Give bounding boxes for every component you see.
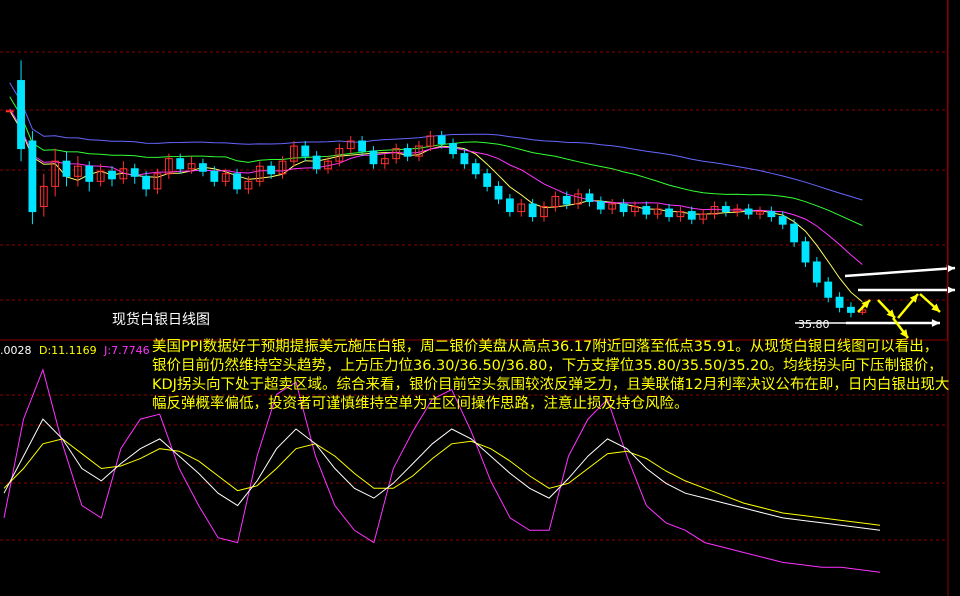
candle-70	[801, 236, 810, 268]
candle-30	[346, 135, 355, 154]
candle-9	[108, 166, 116, 187]
silver-daily-chart	[0, 0, 956, 596]
ma5-line	[9, 110, 863, 303]
price-marker-label: 35.80	[798, 318, 830, 331]
kdj-k-line	[3, 418, 881, 531]
candle-58	[665, 204, 673, 222]
ma10-line	[9, 108, 863, 265]
pullback-arrow-2	[919, 293, 941, 313]
candle-51	[585, 188, 594, 207]
candle-57	[653, 204, 662, 220]
candle-54	[619, 198, 628, 217]
candle-53	[608, 198, 617, 215]
candle-55	[631, 201, 639, 217]
candle-72	[824, 277, 833, 303]
ma20-line	[9, 96, 863, 226]
candle-49	[562, 191, 571, 210]
resistance-arrow-2	[858, 286, 955, 294]
candle-61	[699, 209, 708, 225]
candle-39	[449, 138, 457, 159]
candle-25	[289, 141, 298, 167]
candle-42	[483, 168, 492, 192]
candle-31	[358, 135, 367, 157]
candle-8	[96, 163, 105, 187]
candle-1	[17, 60, 25, 162]
candle-65	[744, 204, 753, 220]
chart-title: 现货白银日线图	[112, 312, 210, 328]
support-arrow	[846, 319, 940, 327]
candle-66	[756, 206, 764, 220]
candle-56	[642, 201, 651, 220]
candle-3	[39, 173, 48, 217]
candle-71	[812, 256, 821, 288]
candle-32	[369, 146, 378, 169]
candle-4	[51, 148, 60, 197]
candle-2	[28, 130, 37, 225]
pullback-arrow-1	[877, 299, 896, 319]
candle-11	[130, 163, 139, 184]
candle-48	[551, 191, 560, 212]
candle-22	[255, 161, 264, 187]
candle-26	[301, 141, 310, 162]
moving-average-lines	[9, 82, 863, 303]
analysis-commentary: 美国PPI数据好于预期提振美元施压白银，周二银价美盘从高点36.17附近回落至低…	[152, 339, 950, 412]
kdj-j-value: J:7.7746	[104, 344, 150, 357]
kdj-readout: .0028 D:11.1169 J:7.7746	[0, 344, 154, 357]
right-axis-strip	[947, 0, 960, 340]
candle-45	[517, 198, 526, 217]
candle-67	[767, 206, 776, 222]
candle-73	[835, 292, 844, 313]
candle-52	[596, 196, 605, 215]
candle-6	[73, 156, 82, 187]
kdj-k-value: .0028	[0, 344, 32, 357]
grid-lines	[0, 0, 949, 596]
candle-74	[847, 302, 855, 318]
candle-12	[142, 171, 151, 197]
candle-17	[199, 158, 207, 177]
rebound-arrow-2	[897, 293, 919, 319]
candle-41	[471, 158, 480, 179]
resistance-arrow-1	[844, 264, 956, 278]
candle-5	[62, 151, 71, 187]
candlestick-series	[5, 60, 867, 318]
candle-14	[164, 153, 173, 179]
candle-33	[380, 153, 389, 169]
candle-62	[710, 201, 719, 220]
candle-35	[403, 143, 412, 162]
candle-46	[528, 198, 537, 222]
candle-63	[721, 201, 730, 217]
kdj-d-value: D:11.1169	[39, 344, 97, 357]
candle-10	[119, 161, 128, 184]
candle-59	[676, 206, 685, 222]
candle-0	[5, 110, 14, 113]
candle-44	[505, 193, 514, 217]
ma30-line	[9, 82, 863, 201]
candle-40	[460, 148, 469, 169]
candle-50	[574, 188, 583, 210]
candle-60	[687, 206, 696, 225]
candle-43	[494, 181, 503, 205]
candle-36	[415, 141, 423, 162]
candle-47	[540, 201, 548, 222]
down-arrow	[892, 317, 909, 339]
